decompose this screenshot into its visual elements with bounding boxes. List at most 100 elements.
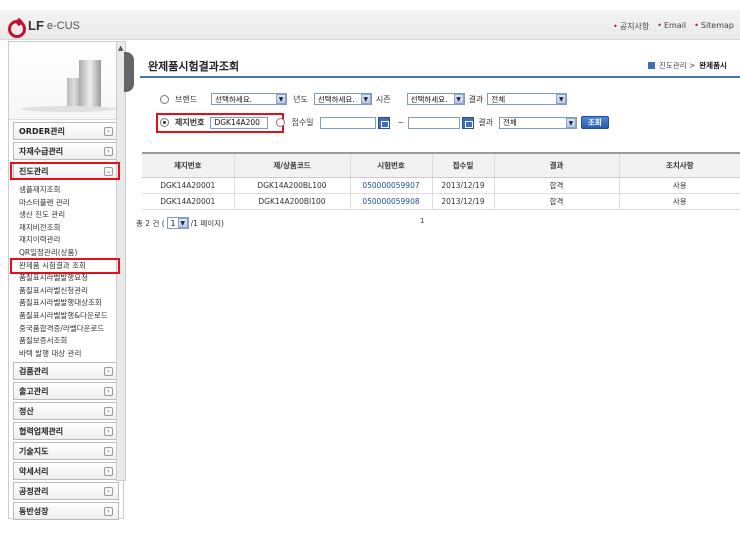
sidebar-sub-item[interactable]: 재지비전조회 bbox=[9, 222, 123, 235]
title-divider bbox=[140, 76, 740, 78]
receipt-to-input[interactable] bbox=[408, 116, 461, 129]
bullet-icon: • bbox=[657, 21, 662, 30]
sidebar-sub-item[interactable]: 중국품합격증/라벨다운로드 bbox=[9, 323, 123, 336]
sidebar-menu-inspection[interactable]: 검품관리 › bbox=[13, 362, 119, 381]
email-link[interactable]: • Email bbox=[657, 21, 686, 32]
chevron-right-icon: › bbox=[104, 366, 113, 376]
highlight-box-result-menu bbox=[10, 258, 120, 274]
sidebar-sub-item[interactable]: 품질표시라벨발행요청 bbox=[9, 272, 123, 285]
paging-info: 총 2 건 ( 1 ▼ /1 페이지) bbox=[136, 217, 224, 229]
cell-receipt-date: 2013/12/19 bbox=[431, 177, 494, 194]
jeji-number-input[interactable]: DGK14A200 bbox=[210, 116, 269, 129]
logo-ecus-text: e-CUS bbox=[46, 19, 80, 32]
column-header: 시험번호 bbox=[349, 152, 432, 178]
table-header-row: 제지번호 제/상품코드 시험번호 접수일 결과 조치사항 bbox=[142, 152, 740, 178]
sidebar-sub-item[interactable]: 재지이력관리 bbox=[9, 234, 123, 247]
lf-logo-icon bbox=[8, 19, 26, 38]
sidebar-menu-tech[interactable]: 기술지도 › bbox=[13, 442, 119, 461]
highlight-box-progress-menu bbox=[10, 162, 120, 180]
brand-label: 브랜드 bbox=[175, 94, 198, 104]
chevron-right-icon: › bbox=[104, 126, 113, 136]
search-button[interactable]: 조회 bbox=[580, 116, 609, 129]
result-select-1[interactable]: 전체 ▼ bbox=[487, 93, 568, 105]
result-label-1: 결과 bbox=[468, 94, 484, 104]
column-header: 조치사항 bbox=[618, 152, 740, 178]
logo[interactable]: LF e-CUS bbox=[8, 18, 80, 38]
cell-test-number-link[interactable]: 050000059908 bbox=[349, 193, 432, 210]
sidebar-menu-accessory[interactable]: 악세서리 › bbox=[13, 462, 119, 481]
column-header: 제지번호 bbox=[142, 152, 234, 178]
chevron-right-icon: › bbox=[104, 506, 113, 516]
sidebar-sub-item[interactable]: 생산 진도 관리 bbox=[9, 209, 123, 222]
chevron-down-icon: ▼ bbox=[453, 94, 464, 104]
sidebar-menu-growth[interactable]: 동반성장 › bbox=[13, 502, 119, 521]
chevron-right-icon: › bbox=[104, 406, 113, 416]
receipt-radio[interactable] bbox=[276, 118, 286, 127]
home-icon bbox=[648, 62, 655, 69]
chevron-right-icon: › bbox=[104, 426, 113, 436]
sidebar-menu-partner[interactable]: 협력업체관리 › bbox=[13, 422, 119, 441]
sidebar-sub-item[interactable]: 샘플재지조회 bbox=[9, 184, 123, 197]
year-label: 년도 bbox=[293, 94, 308, 104]
year-select[interactable]: 선택하세요. ▼ bbox=[313, 93, 372, 105]
page-number[interactable]: 1 bbox=[420, 217, 424, 225]
sidebar-sub-item[interactable]: 바텍 발행 대상 관리 bbox=[9, 348, 123, 361]
cell-jeji-number: DGK14A20001 bbox=[142, 177, 234, 194]
sidebar-menu-order[interactable]: ORDER관리 › bbox=[13, 122, 119, 140]
column-header: 접수일 bbox=[431, 152, 494, 178]
column-header: 결과 bbox=[493, 152, 619, 178]
bullet-icon: • bbox=[694, 21, 699, 30]
brand-radio[interactable] bbox=[160, 94, 169, 104]
cell-test-number-link[interactable]: 050000059907 bbox=[349, 177, 432, 194]
chevron-right-icon: › bbox=[104, 466, 113, 476]
season-label: 시즌 bbox=[375, 94, 391, 104]
cell-result: 합격 bbox=[493, 177, 619, 194]
cell-jeji-number: DGK14A20001 bbox=[142, 193, 234, 210]
cell-receipt-date: 2013/12/19 bbox=[431, 193, 494, 210]
sidebar-menu-material[interactable]: 자재수급관리 › bbox=[13, 142, 119, 160]
sidebar-building-image bbox=[9, 42, 123, 120]
results-table: 제지번호 제/상품코드 시험번호 접수일 결과 조치사항 DGK14A20001… bbox=[142, 152, 740, 210]
sidebar-sub-item[interactable]: 품질표시라벨신청관리 bbox=[9, 285, 123, 298]
cell-result: 합격 bbox=[493, 193, 619, 210]
sitemap-link[interactable]: • Sitemap bbox=[694, 21, 734, 32]
cell-product-code: DGK14A200BI100 bbox=[233, 193, 350, 210]
sidebar-sub-item[interactable]: 품질보증서조회 bbox=[9, 335, 123, 348]
result-select-2[interactable]: 전체 ▼ bbox=[498, 116, 577, 129]
sidebar-sub-item[interactable]: 품질표시라벨발행대상조회 bbox=[9, 297, 123, 310]
brand-select[interactable]: 선택하세요. ▼ bbox=[211, 93, 288, 105]
chevron-right-icon: › bbox=[104, 486, 113, 496]
chevron-right-icon: › bbox=[104, 446, 113, 456]
chevron-right-icon: › bbox=[104, 386, 113, 396]
sidebar-menu-shipping[interactable]: 출고관리 › bbox=[13, 382, 119, 401]
bullet-icon: • bbox=[613, 22, 618, 31]
chevron-down-icon: ▼ bbox=[565, 117, 576, 128]
cell-action: 사용 bbox=[618, 193, 740, 210]
cell-product-code: DGK14A200BL100 bbox=[233, 177, 350, 194]
table-row[interactable]: DGK14A20001 DGK14A200BI100 050000059908 … bbox=[142, 193, 740, 210]
top-links: • 공지사항 • Email • Sitemap bbox=[613, 21, 734, 32]
page-select[interactable]: 1 ▼ bbox=[166, 217, 189, 229]
receipt-from-input[interactable] bbox=[319, 116, 376, 129]
filter-row-1: 브랜드 선택하세요. ▼ 년도 선택하세요. ▼ 시즌 선택하세요. ▼ 결과 전체 ▼ bbox=[160, 93, 568, 105]
calendar-icon[interactable] bbox=[377, 116, 390, 129]
collapse-sidebar-handle[interactable] bbox=[124, 52, 134, 92]
scroll-up-icon[interactable]: ▲ bbox=[118, 44, 123, 52]
breadcrumb: 진도관리 > 완제품시 bbox=[648, 60, 727, 71]
table-row[interactable]: DGK14A20001 DGK14A200BL100 050000059907 … bbox=[142, 177, 740, 194]
date-tilde: ~ bbox=[397, 118, 405, 127]
chevron-down-icon: ▼ bbox=[177, 218, 188, 228]
season-select[interactable]: 선택하세요. ▼ bbox=[406, 93, 465, 105]
calendar-icon[interactable] bbox=[462, 116, 475, 129]
top-bar: LF e-CUS • 공지사항 • Email • Sitemap bbox=[0, 10, 740, 40]
sidebar-menu-settlement[interactable]: 정산 › bbox=[13, 402, 119, 421]
notice-link[interactable]: • 공지사항 bbox=[613, 21, 649, 32]
jeji-radio[interactable] bbox=[160, 118, 169, 127]
logo-lf-text: LF bbox=[28, 18, 44, 33]
page-title: 완제품시험결과조회 bbox=[148, 60, 240, 73]
sidebar-menu-process[interactable]: 공정관리 › bbox=[13, 482, 119, 501]
sidebar: ORDER관리 › 자재수급관리 › 진도관리 ⌄ 샘플재지조회 마스터플랜 관리 생… bbox=[8, 41, 124, 521]
sidebar-sub-item[interactable]: 품질표시라벨발행&다운로드 bbox=[9, 310, 123, 323]
chevron-down-icon: ▼ bbox=[360, 94, 371, 104]
sidebar-sub-item[interactable]: 마스터플랜 관리 bbox=[9, 197, 123, 210]
